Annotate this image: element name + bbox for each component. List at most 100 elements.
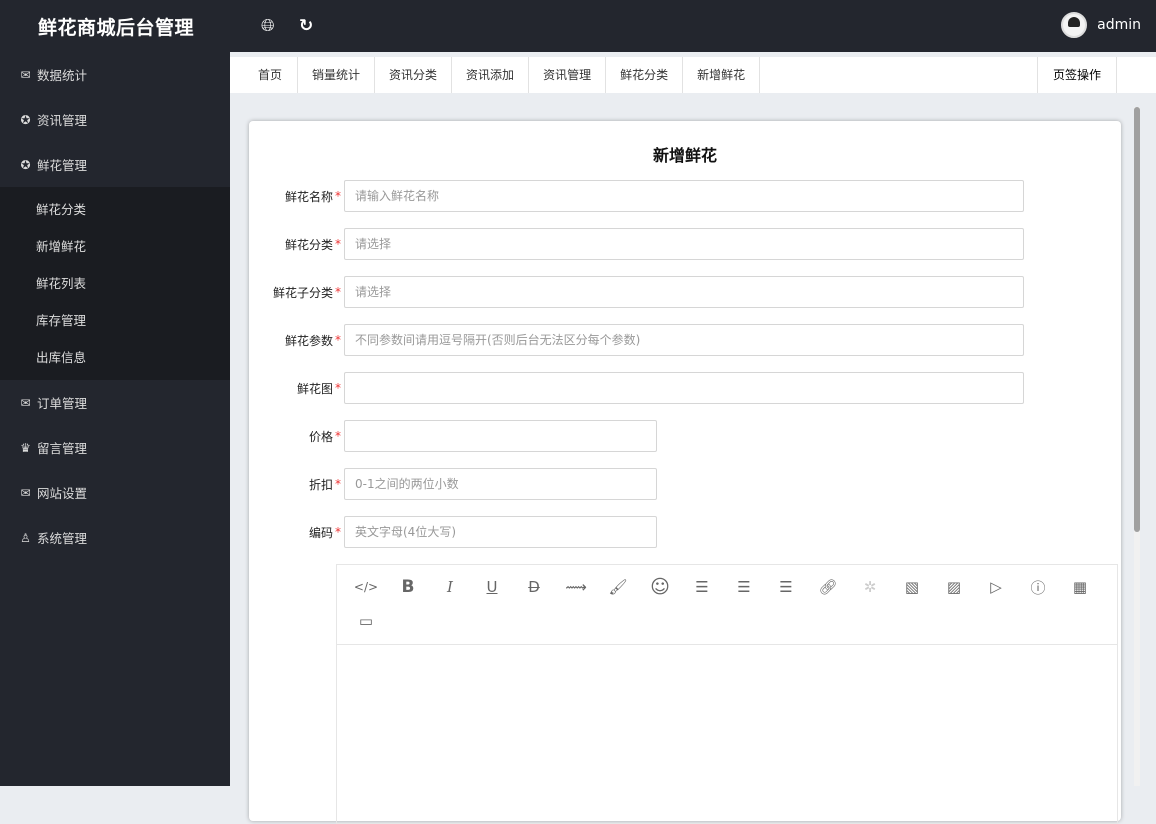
form-row: 鲜花子分类 * 请选择 xyxy=(249,276,1024,308)
username: admin xyxy=(1097,17,1141,33)
star-icon: ✪ xyxy=(20,112,31,127)
crown-icon: ♛ xyxy=(20,440,31,455)
italic-icon[interactable]: I xyxy=(429,571,471,603)
sidebar-item-news[interactable]: ✪ 资讯管理 xyxy=(0,97,230,142)
align-center-icon[interactable]: ☰ xyxy=(723,571,765,603)
align-right-icon[interactable]: ☰ xyxy=(765,571,807,603)
video-icon[interactable]: ▷ xyxy=(975,571,1017,603)
field-label: 鲜花子分类 xyxy=(272,285,333,300)
form-row: 鲜花图 * xyxy=(249,372,1024,404)
form-row: 鲜花参数 * 不同参数间请用逗号隔开(否则后台无法区分每个参数) xyxy=(249,324,1024,356)
info-icon[interactable]: ⓘ xyxy=(1017,571,1059,603)
tab-operations-button[interactable]: 页签操作 xyxy=(1036,57,1117,93)
line-chart-icon[interactable]: ⟿ xyxy=(555,571,597,603)
sidebar: ✉ 数据统计 ✪ 资讯管理 ✪ 鲜花管理 鲜花分类 新增鲜花 鲜花列表 库存管理 出库… xyxy=(0,52,230,786)
strikethrough-icon[interactable]: D xyxy=(513,571,555,603)
image-upload-icon[interactable]: ▨ xyxy=(933,571,975,603)
submenu-item[interactable]: 新增鲜花 xyxy=(0,228,230,265)
required-mark: * xyxy=(335,525,341,539)
required-mark: * xyxy=(335,237,341,251)
emoji-icon[interactable]: ☺ xyxy=(639,571,681,603)
label: 订单管理 xyxy=(37,396,88,411)
mail-icon: ✉ xyxy=(20,485,31,500)
star-icon: ✪ xyxy=(20,157,31,172)
discount-input[interactable]: 0-1之间的两位小数 xyxy=(344,468,657,500)
required-mark: * xyxy=(335,189,341,203)
bold-icon[interactable]: B xyxy=(387,571,429,603)
placeholder: 不同参数间请用逗号隔开(否则后台无法区分每个参数) xyxy=(355,333,641,347)
user-menu[interactable]: admin xyxy=(1061,12,1141,38)
submenu-item[interactable]: 出库信息 xyxy=(0,339,230,376)
submenu-item[interactable]: 鲜花列表 xyxy=(0,265,230,302)
sidebar-item-site[interactable]: ✉ 网站设置 xyxy=(0,470,230,515)
tab-news-category[interactable]: 资讯分类 xyxy=(375,57,453,93)
tab-news-manage[interactable]: 资讯管理 xyxy=(529,57,607,93)
placeholder: 请输入鲜花名称 xyxy=(355,189,440,203)
tab-sales[interactable]: 销量统计 xyxy=(298,57,376,93)
mail-icon: ✉ xyxy=(20,395,31,410)
form-row: 鲜花分类 * 请选择 xyxy=(249,228,1024,260)
mail-icon: ✉ xyxy=(20,67,31,82)
tab-home[interactable]: 首页 xyxy=(230,57,299,93)
sidebar-item-orders[interactable]: ✉ 订单管理 xyxy=(0,380,230,425)
required-mark: * xyxy=(335,333,341,347)
scrollbar-thumb[interactable] xyxy=(1134,107,1140,532)
user-icon: ♙ xyxy=(20,530,31,545)
scrollbar[interactable] xyxy=(1134,107,1140,786)
field-label: 鲜花图 xyxy=(296,381,333,396)
form-row: 鲜花名称 * 请输入鲜花名称 xyxy=(249,180,1024,212)
globe-icon[interactable]: 🌐︎ xyxy=(261,16,275,36)
sidebar-item-messages[interactable]: ♛ 留言管理 xyxy=(0,425,230,470)
editor-content[interactable] xyxy=(337,645,1117,823)
required-mark: * xyxy=(335,477,341,491)
image-icon[interactable]: ▧ xyxy=(891,571,933,603)
tab-add-flower[interactable]: 新增鲜花 xyxy=(683,57,761,93)
submenu-item[interactable]: 鲜花分类 xyxy=(0,191,230,228)
unlink-icon[interactable]: ✲ xyxy=(849,571,891,603)
required-mark: * xyxy=(335,285,341,299)
image-input[interactable] xyxy=(344,372,1024,404)
field-label: 折扣 xyxy=(308,477,333,492)
required-mark: * xyxy=(335,429,341,443)
code-icon[interactable]: </> xyxy=(345,571,387,603)
label: 资讯管理 xyxy=(37,113,88,128)
field-label: 鲜花参数 xyxy=(284,333,333,348)
placeholder: 英文字母(4位大写) xyxy=(355,525,456,539)
flower-name-input[interactable]: 请输入鲜花名称 xyxy=(344,180,1024,212)
sidebar-item-flowers[interactable]: ✪ 鲜花管理 xyxy=(0,142,230,187)
label: 系统管理 xyxy=(37,531,88,546)
paint-brush-icon[interactable]: 🖌︎ xyxy=(597,571,639,603)
submenu-item[interactable]: 库存管理 xyxy=(0,302,230,339)
placeholder: 请选择 xyxy=(355,237,392,251)
table-icon[interactable]: ▦ xyxy=(1059,571,1101,603)
form-title: 新增鲜花 xyxy=(652,146,717,165)
category-select[interactable]: 请选择 xyxy=(344,228,1024,260)
subcategory-select[interactable]: 请选择 xyxy=(344,276,1024,308)
tab-flower-category[interactable]: 鲜花分类 xyxy=(606,57,684,93)
form-row: 价格 * xyxy=(249,420,657,452)
refresh-icon[interactable]: ↻ xyxy=(299,16,313,36)
fullscreen-icon[interactable]: ▭ xyxy=(345,605,387,637)
field-label: 鲜花分类 xyxy=(284,237,333,252)
form-row: 折扣 * 0-1之间的两位小数 xyxy=(249,468,657,500)
rich-text-editor: </> B I U D ⟿ 🖌︎ ☺ ☰ ☰ ☰ 🔗︎ ✲ ▧ ▨ ▷ ⓘ ▦ … xyxy=(336,564,1118,824)
params-input[interactable]: 不同参数间请用逗号隔开(否则后台无法区分每个参数) xyxy=(344,324,1024,356)
code-input[interactable]: 英文字母(4位大写) xyxy=(344,516,657,548)
label: 数据统计 xyxy=(37,68,88,83)
price-input[interactable] xyxy=(344,420,657,452)
field-label: 鲜花名称 xyxy=(284,189,333,204)
tab-bar: 首页 销量统计 资讯分类 资讯添加 资讯管理 鲜花分类 新增鲜花 页签操作 xyxy=(230,57,1156,93)
form-card: 新增鲜花 鲜花名称 * 请输入鲜花名称 鲜花分类 * 请选择 鲜花子分类 * 请选择 … xyxy=(249,121,1121,824)
underline-icon[interactable]: U xyxy=(471,571,513,603)
label: 网站设置 xyxy=(37,486,88,501)
align-left-icon[interactable]: ☰ xyxy=(681,571,723,603)
avatar xyxy=(1061,12,1088,38)
sidebar-item-stats[interactable]: ✉ 数据统计 xyxy=(0,52,230,97)
tab-news-add[interactable]: 资讯添加 xyxy=(452,57,530,93)
flower-submenu: 鲜花分类 新增鲜花 鲜花列表 库存管理 出库信息 xyxy=(0,187,230,380)
field-label: 编码 xyxy=(308,525,333,540)
link-icon[interactable]: 🔗︎ xyxy=(807,571,849,603)
required-mark: * xyxy=(335,381,341,395)
field-label: 价格 xyxy=(308,429,333,444)
sidebar-item-system[interactable]: ♙ 系统管理 xyxy=(0,515,230,560)
